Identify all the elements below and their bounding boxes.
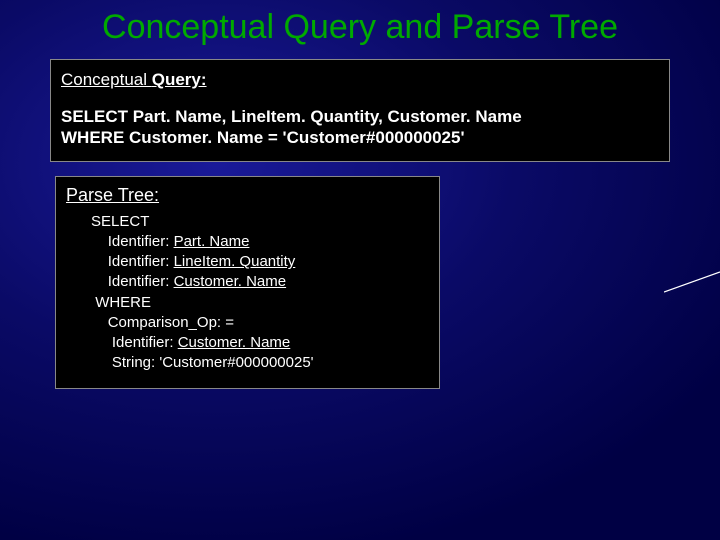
tree-row: String: 'Customer#000000025' xyxy=(66,353,429,373)
tree-id-label: Identifier: xyxy=(108,253,174,270)
tree-id-label: Identifier: xyxy=(108,233,174,250)
query-line-1: SELECT Part. Name, LineItem. Quantity, C… xyxy=(61,106,659,127)
heading-plain: Conceptual xyxy=(61,70,152,89)
parse-tree: SELECT Identifier: Part. Name Identifier… xyxy=(66,212,429,374)
parse-tree-box: Parse Tree: SELECT Identifier: Part. Nam… xyxy=(55,176,440,389)
tree-string: String: 'Customer#000000025' xyxy=(112,354,314,371)
tree-row: Identifier: LineItem. Quantity xyxy=(66,252,429,272)
tree-row: Identifier: Customer. Name xyxy=(66,272,429,292)
tree-id-value: LineItem. Quantity xyxy=(174,253,296,270)
slide: Conceptual Query and Parse Tree Conceptu… xyxy=(0,0,720,540)
parse-tree-heading: Parse Tree: xyxy=(66,185,429,206)
tree-row: Comparison_Op: = xyxy=(66,313,429,333)
tree-id-value: Part. Name xyxy=(174,233,250,250)
conceptual-query-box: Conceptual Query: SELECT Part. Name, Lin… xyxy=(50,59,670,162)
tree-id-value: Customer. Name xyxy=(178,334,291,351)
tree-id-label: Identifier: xyxy=(108,273,174,290)
tree-row: Identifier: Customer. Name xyxy=(66,333,429,353)
slide-title: Conceptual Query and Parse Tree xyxy=(40,8,680,53)
tree-id-value: Customer. Name xyxy=(174,273,287,290)
tree-op: Comparison_Op: = xyxy=(108,314,234,331)
tree-id-label: Identifier: xyxy=(112,334,178,351)
tree-select: SELECT xyxy=(91,213,149,230)
tree-row: SELECT xyxy=(66,212,429,232)
conceptual-query-heading: Conceptual Query: xyxy=(61,70,659,90)
tree-row: Identifier: Part. Name xyxy=(66,232,429,252)
decorative-line-icon xyxy=(664,270,720,300)
tree-where: WHERE xyxy=(95,294,151,311)
tree-row: WHERE xyxy=(66,293,429,313)
query-line-2: WHERE Customer. Name = 'Customer#0000000… xyxy=(61,127,659,148)
heading-bold: Query: xyxy=(152,70,207,89)
